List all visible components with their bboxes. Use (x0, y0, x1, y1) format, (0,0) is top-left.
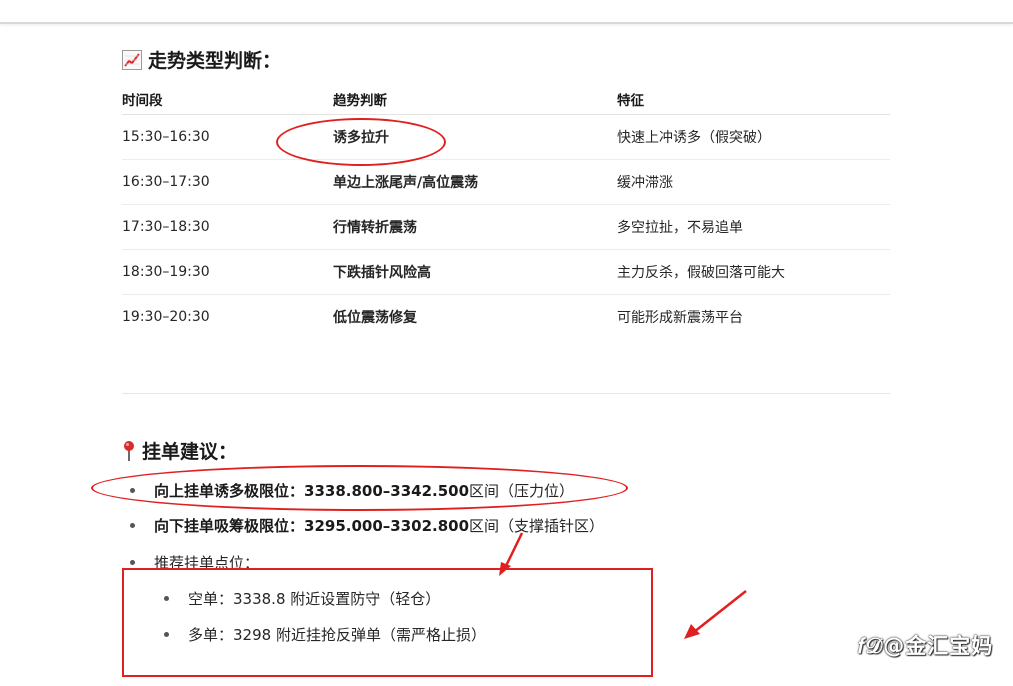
watermark: 𝑓𝒟@金汇宝妈 (858, 634, 994, 658)
cell-feature: 可能形成新震荡平台 (617, 310, 743, 326)
cell-feature: 快速上冲诱多（假突破） (617, 114, 890, 160)
cell-feature: 主力反杀，假破回落可能大 (617, 249, 890, 295)
annotation-ellipse-trend (276, 118, 446, 166)
bullet-dot (130, 560, 135, 565)
table-row: 17:30–18:30 行情转折震荡 多空拉扯，不易追单 (122, 204, 890, 250)
cell-feature: 缓冲滞涨 (617, 159, 890, 205)
cell-time: 18:30–19:30 (122, 249, 333, 295)
table-row: 16:30–17:30 单边上涨尾声/高位震荡 缓冲滞涨 (122, 159, 890, 205)
item-label: 向下挂单吸筹极限位： (154, 517, 305, 535)
bullet-dot (130, 523, 135, 528)
chart-increasing-icon (122, 49, 142, 70)
trend-table: 时间段 趋势判断 特征 15:30–16:30 诱多拉升 快速上冲诱多（假突破）… (122, 84, 890, 339)
column-header-time: 时间段 (122, 84, 333, 115)
item-note: 区间（支撑插针区） (469, 517, 605, 535)
section-divider (122, 393, 890, 394)
cell-trend: 低位震荡修复 (333, 310, 417, 326)
table-row: 19:30–20:30 低位震荡修复 可能形成新震荡平台 (122, 295, 890, 340)
section-title-text: 走势类型判断： (148, 50, 282, 72)
table-row: 15:30–16:30 诱多拉升 快速上冲诱多（假突破） (122, 114, 890, 160)
top-bar (0, 0, 1013, 24)
cell-trend: 行情转折震荡 (333, 204, 617, 250)
table-row: 18:30–19:30 下跌插针风险高 主力反杀，假破回落可能大 (122, 249, 890, 295)
section-title-text: 挂单建议： (142, 441, 238, 463)
column-header-trend: 趋势判断 (333, 84, 617, 115)
annotation-ellipse-upper-order (91, 465, 628, 511)
annotation-box-recommended (122, 568, 653, 677)
table-header-row: 时间段 趋势判断 特征 (122, 84, 890, 115)
annotation-arrow-left (684, 590, 747, 639)
cell-time: 19:30–20:30 (122, 309, 210, 325)
column-header-feature: 特征 (617, 84, 890, 115)
cell-trend: 下跌插针风险高 (333, 249, 617, 295)
section-title-orders: 挂单建议： (122, 437, 237, 464)
item-range: 3295.000–3302.800 (304, 516, 470, 535)
cell-time: 17:30–18:30 (122, 204, 333, 250)
section-title-trend: 走势类型判断： (122, 46, 281, 73)
annotation-arrow-down (499, 532, 524, 576)
list-item: 向下挂单吸筹极限位： 3295.000–3302.800 区间（支撑插针区） (130, 515, 604, 536)
round-pushpin-icon (122, 440, 136, 462)
cell-trend: 单边上涨尾声/高位震荡 (333, 159, 617, 205)
cell-time: 16:30–17:30 (122, 159, 333, 205)
cell-feature: 多空拉扯，不易追单 (617, 204, 890, 250)
